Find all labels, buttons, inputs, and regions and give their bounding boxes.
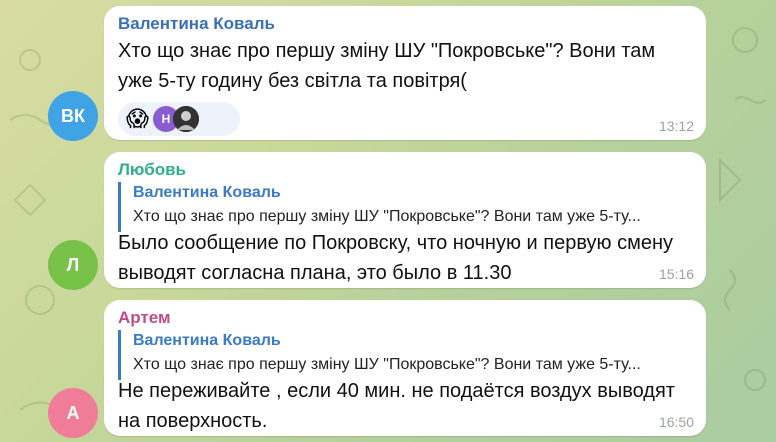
reaction-emoji[interactable]: 😱 — [126, 108, 149, 130]
message-sender[interactable]: Валентина Коваль — [118, 14, 275, 34]
message-time: 13:12 — [658, 118, 694, 134]
reply-preview[interactable]: Валентина Коваль Хто що знає про першу з… — [118, 330, 692, 380]
message-bubble[interactable]: Валентина Коваль Хто що знає про першу з… — [104, 6, 706, 140]
message-bubble[interactable]: Артем Валентина Коваль Хто що знає про п… — [104, 300, 706, 436]
message-text: Не переживайте , если 40 мин. не подаётс… — [118, 380, 675, 432]
reply-text: Хто що знає про першу зміну ШУ "Покровсь… — [133, 356, 641, 373]
reply-sender: Валентина Коваль — [133, 332, 281, 349]
reply-sender: Валентина Коваль — [133, 184, 281, 201]
message-sender[interactable]: Любовь — [118, 160, 186, 180]
avatar-initials: ВК — [61, 105, 85, 126]
avatar[interactable]: А — [48, 388, 98, 438]
avatar[interactable]: ВК — [48, 91, 98, 141]
reactions-bar[interactable]: 😱 Н — [118, 102, 240, 136]
message-sender[interactable]: Артем — [118, 308, 171, 328]
avatar-initials: А — [66, 402, 80, 423]
avatar-initials: Л — [66, 254, 80, 275]
message-text: Было сообщение по Покровску, что ночную … — [118, 232, 673, 284]
message-time: 16:50 — [658, 414, 694, 430]
person-photo-icon — [172, 106, 199, 132]
message-bubble[interactable]: Любовь Валентина Коваль Хто що знає про … — [104, 152, 706, 288]
reply-text: Хто що знає про першу зміну ШУ "Покровсь… — [133, 208, 641, 225]
reply-preview[interactable]: Валентина Коваль Хто що знає про першу з… — [118, 182, 692, 232]
reaction-user-initials: Н — [161, 112, 171, 126]
message-text: Хто що знає про першу зміну ШУ "Покровсь… — [118, 40, 656, 92]
avatar[interactable]: Л — [48, 240, 98, 290]
message-time: 15:16 — [658, 266, 694, 282]
